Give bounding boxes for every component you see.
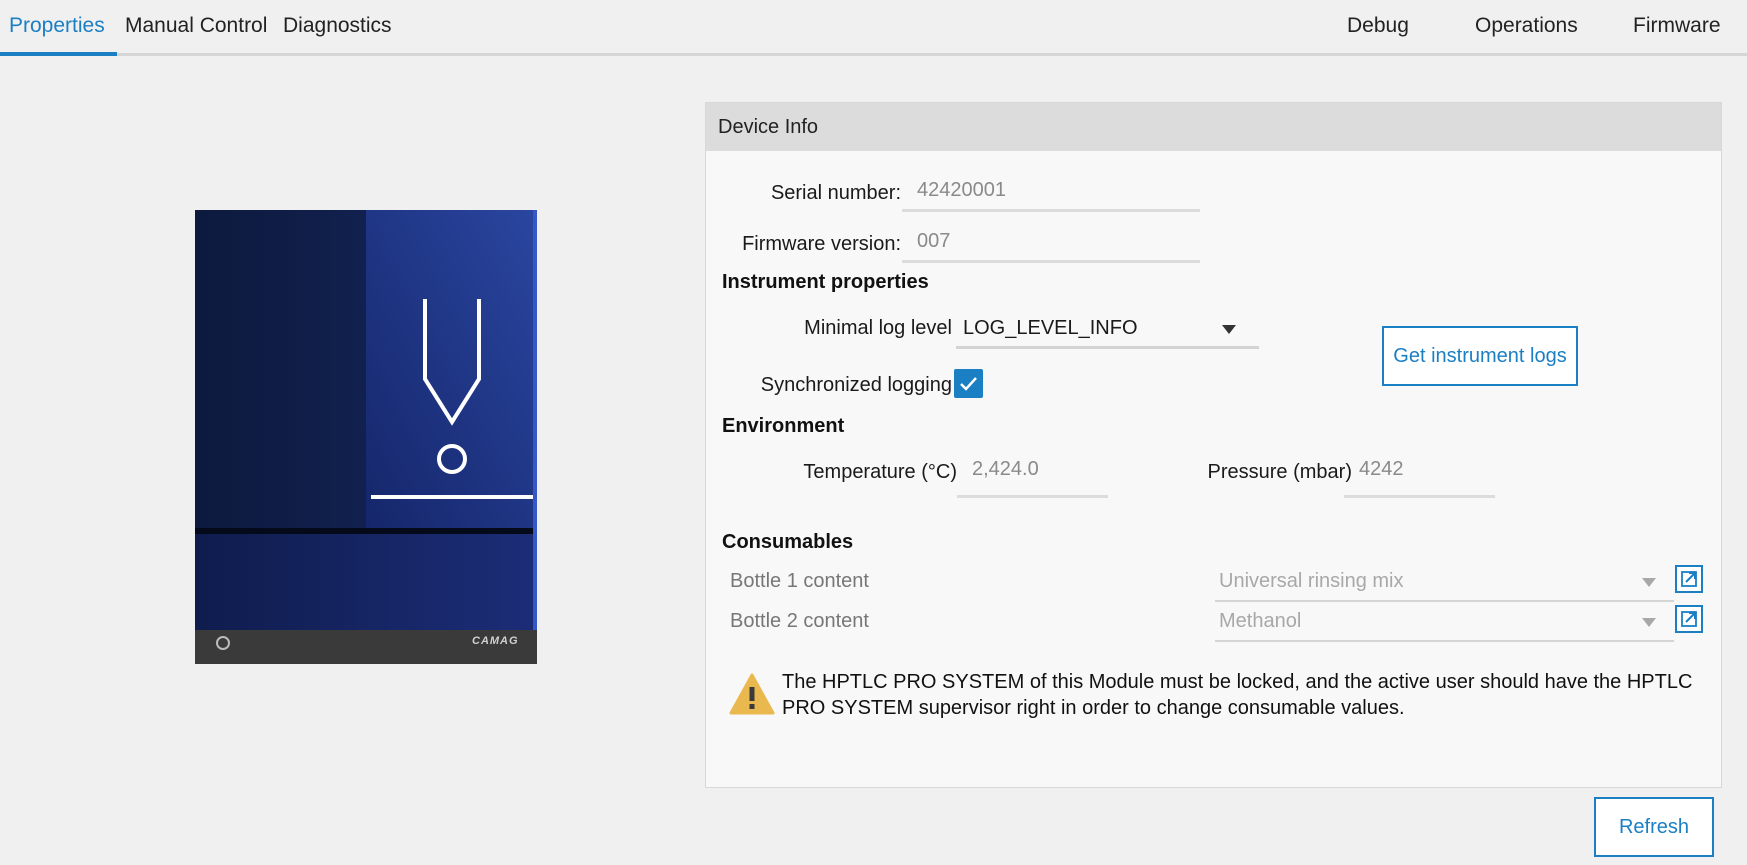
synchronized-logging-checkbox[interactable] xyxy=(954,369,983,398)
get-instrument-logs-button[interactable]: Get instrument logs xyxy=(1382,326,1578,386)
bottle-1-value: Universal rinsing mix xyxy=(1219,570,1404,592)
temperature-label: Temperature (°C) xyxy=(803,461,957,483)
environment-heading: Environment xyxy=(722,415,845,437)
consumables-warning-text: The HPTLC PRO SYSTEM of this Module must… xyxy=(782,671,1693,719)
bottle-2-label: Bottle 2 content xyxy=(730,610,869,632)
external-link-icon xyxy=(1681,611,1697,627)
tab-operations[interactable]: Operations xyxy=(1475,14,1578,38)
panel-title: Device Info xyxy=(706,103,1721,151)
serial-number-label: Serial number: xyxy=(770,182,901,204)
tab-properties[interactable]: Properties xyxy=(9,14,105,38)
log-level-select[interactable]: LOG_LEVEL_INFO xyxy=(956,307,1259,349)
pressure-underline xyxy=(1344,495,1495,498)
tab-debug[interactable]: Debug xyxy=(1347,14,1409,38)
temperature-value: 2,424.0 xyxy=(972,458,1039,480)
bottle-2-value: Methanol xyxy=(1219,610,1302,632)
log-level-value: LOG_LEVEL_INFO xyxy=(963,317,1138,339)
chevron-down-icon xyxy=(1642,578,1656,587)
bottle-1-label: Bottle 1 content xyxy=(730,570,869,592)
firmware-version-underline xyxy=(902,260,1200,263)
firmware-version-value: 007 xyxy=(917,230,951,252)
bottle-1-open-button[interactable] xyxy=(1675,565,1703,593)
device-brand-logo: CAMAG xyxy=(472,635,519,647)
pressure-label: Pressure (mbar) xyxy=(1207,461,1352,483)
bottle-2-select[interactable]: Methanol xyxy=(1215,601,1674,643)
warning-icon xyxy=(729,673,775,715)
tab-diagnostics[interactable]: Diagnostics xyxy=(283,14,392,38)
serial-number-value: 42420001 xyxy=(917,179,1006,201)
log-level-underline xyxy=(956,346,1259,349)
temperature-underline xyxy=(957,495,1108,498)
refresh-button[interactable]: Refresh xyxy=(1594,797,1714,857)
chevron-down-icon xyxy=(1222,325,1236,334)
synchronized-logging-label: Synchronized logging xyxy=(760,374,952,396)
active-tab-indicator xyxy=(0,52,117,56)
instrument-properties-heading: Instrument properties xyxy=(722,271,929,293)
tab-bar: Properties Manual Control Diagnostics De… xyxy=(0,0,1747,56)
tab-firmware[interactable]: Firmware xyxy=(1633,14,1721,38)
pressure-value: 4242 xyxy=(1359,458,1404,480)
device-image: CAMAG xyxy=(195,210,537,664)
serial-number-underline xyxy=(902,209,1200,212)
log-level-label: Minimal log level xyxy=(804,317,952,339)
firmware-version-label: Firmware version: xyxy=(742,233,901,255)
consumables-heading: Consumables xyxy=(722,531,854,553)
bottle-2-underline xyxy=(1215,640,1674,642)
bottle-1-select[interactable]: Universal rinsing mix xyxy=(1215,561,1674,603)
checkmark-icon xyxy=(960,377,977,391)
external-link-icon xyxy=(1681,571,1697,587)
tab-manual-control[interactable]: Manual Control xyxy=(125,14,267,38)
bottle-2-open-button[interactable] xyxy=(1675,605,1703,633)
chevron-down-icon xyxy=(1642,618,1656,627)
device-info-panel: Device Info Serial number: 42420001 Firm… xyxy=(705,102,1722,788)
